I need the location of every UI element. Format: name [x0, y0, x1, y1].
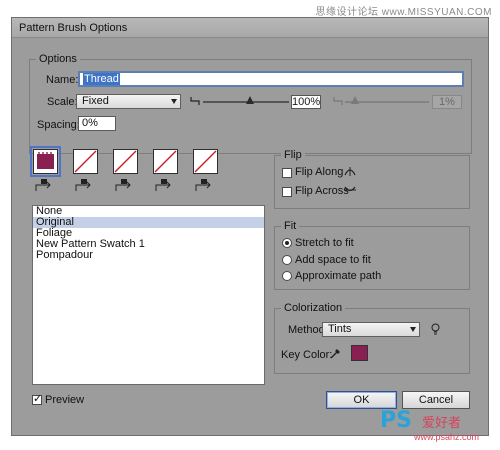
no-pattern-icon: [114, 150, 137, 173]
no-pattern-icon: [74, 150, 97, 173]
no-pattern-icon: [194, 150, 217, 173]
outer-corner-tile[interactable]: [73, 149, 98, 174]
name-label: Name:: [46, 74, 79, 86]
no-pattern-icon: [154, 150, 177, 173]
scale-method-value: Fixed: [82, 95, 109, 107]
fit-group-label: Fit: [281, 220, 300, 232]
flip-group-label: Flip: [281, 149, 305, 161]
fit-radio-stretch[interactable]: [282, 238, 292, 248]
name-field-value: Thread: [83, 73, 120, 85]
tips-lightbulb-icon[interactable]: [431, 323, 440, 338]
fit-radio-add-space[interactable]: [282, 255, 292, 265]
colorization-method-dropdown[interactable]: Tints: [322, 322, 420, 337]
colorization-method-value: Tints: [328, 323, 352, 335]
preview-label: Preview: [45, 394, 85, 406]
inner-corner-tile[interactable]: [113, 149, 138, 174]
scale-max-icon: [333, 96, 343, 109]
fit-radio-approximate[interactable]: [282, 271, 292, 281]
fit-label-stretch: Stretch to fit: [295, 237, 354, 249]
scale-min-icon: [190, 96, 200, 109]
pattern-brush-options-dialog: Pattern Brush Options Options Name: Thre…: [11, 17, 489, 436]
colorization-group-label: Colorization: [281, 302, 346, 314]
start-tile-type-icon: [154, 178, 176, 195]
scale-max-slider-thumb[interactable]: [351, 96, 359, 104]
key-color-swatch[interactable]: [351, 345, 368, 361]
colorization-group: Colorization: [274, 302, 470, 374]
start-tile[interactable]: [153, 149, 178, 174]
flip-group: Flip: [274, 149, 470, 209]
flip-along-icon: [343, 165, 357, 180]
scale-method-dropdown[interactable]: Fixed: [76, 94, 181, 109]
flip-across-icon: [343, 184, 357, 199]
chevron-down-icon: [410, 327, 416, 332]
options-group-label: Options: [36, 53, 80, 65]
name-field[interactable]: Thread: [78, 71, 464, 87]
logo-cn-text: 爱好者: [422, 415, 462, 430]
spacing-field[interactable]: 0%: [78, 116, 116, 131]
dialog-title: Pattern Brush Options: [19, 22, 128, 34]
ok-button[interactable]: OK: [326, 391, 397, 409]
watermark-banner: 思缘设计论坛 www.MISSYUAN.COM: [0, 0, 500, 18]
key-color-label: Key Color:: [281, 349, 333, 361]
logo-ps-text: PS: [380, 408, 412, 433]
flip-along-checkbox[interactable]: [282, 168, 292, 178]
side-tile-type-icon: [34, 178, 56, 195]
end-tile-type-icon: [194, 178, 216, 195]
scale-max-value[interactable]: 1%: [432, 95, 462, 109]
fit-label-add-space: Add space to fit: [295, 254, 371, 266]
scale-label: Scale:: [47, 96, 78, 108]
flip-across-checkbox[interactable]: [282, 187, 292, 197]
chevron-down-icon: [171, 99, 177, 104]
flip-along-label: Flip Along: [295, 166, 344, 178]
fit-label-approximate: Approximate path: [295, 270, 382, 282]
side-tile[interactable]: [30, 146, 61, 177]
watermark-text: 思缘设计论坛 www.MISSYUAN.COM: [315, 7, 492, 18]
logo-url-text: www.psahz.com: [414, 432, 480, 442]
end-tile[interactable]: [193, 149, 218, 174]
scale-min-slider-thumb[interactable]: [246, 96, 255, 104]
pattern-swatch-icon: [37, 152, 54, 169]
cancel-button[interactable]: Cancel: [402, 391, 470, 409]
pattern-list[interactable]: None Original Foliage New Pattern Swatch 1P…: [32, 205, 265, 385]
check-icon: ✓: [33, 393, 43, 405]
spacing-label: Spacing:: [37, 119, 80, 131]
eyedropper-icon[interactable]: [330, 347, 342, 362]
scale-min-value[interactable]: 100%: [291, 95, 321, 109]
title-bar[interactable]: Pattern Brush Options: [12, 18, 488, 38]
flip-across-label: Flip Across: [295, 185, 349, 197]
site-logo: PS 爱好者 www.psahz.com: [380, 408, 490, 446]
outer-corner-tile-type-icon: [74, 178, 96, 195]
inner-corner-tile-type-icon: [114, 178, 136, 195]
pattern-list-item[interactable]: Pompadour: [33, 250, 264, 261]
preview-checkbox[interactable]: ✓: [32, 393, 43, 405]
